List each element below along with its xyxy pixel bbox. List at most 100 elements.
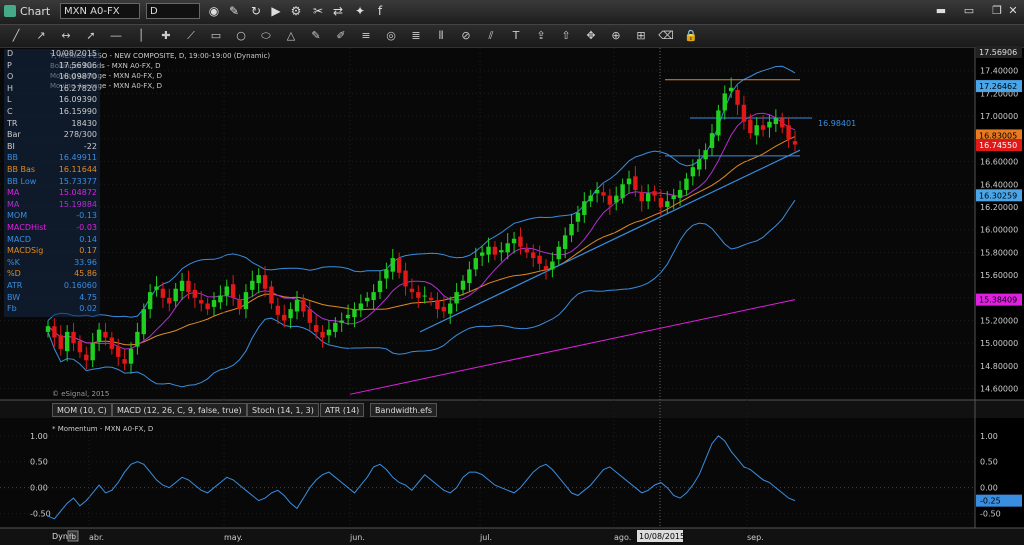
data-window-value: -22 [83, 141, 97, 151]
data-window-key: P [7, 60, 12, 70]
candle-body [403, 270, 408, 287]
candle-body [275, 305, 281, 315]
level-annotation: 16.98401 [818, 119, 856, 128]
y-tick-label: 16.40000 [980, 180, 1018, 189]
candle-body [109, 337, 115, 349]
esignal-watermark: © eSignal, 2015 [52, 390, 109, 398]
candle-body [422, 295, 427, 297]
data-window-value: 16.49911 [58, 153, 97, 163]
candle-body [96, 329, 102, 341]
candle-body [626, 178, 632, 185]
momentum-panel[interactable] [0, 418, 975, 528]
data-window-value: 16.27820 [58, 83, 97, 93]
y-tick-label: 15.00000 [980, 339, 1018, 348]
candle-body [409, 288, 415, 293]
data-window-value: 16.09390 [58, 95, 97, 105]
data-window-key: BW [7, 292, 21, 302]
candle-body [377, 280, 383, 293]
candle-body [792, 141, 798, 145]
data-window-key: O [7, 72, 14, 82]
data-window-value: -0.03 [76, 223, 97, 232]
candle-body [262, 275, 268, 289]
x-tick-label: jun. [349, 533, 365, 542]
data-window-row: BB Low 15.73377 [4, 177, 100, 188]
candle-body [282, 314, 287, 321]
candle-body [154, 286, 159, 290]
fb-label: fb [69, 533, 76, 541]
candle-body [84, 354, 89, 361]
candle-body [224, 286, 229, 296]
candle-body [128, 348, 134, 364]
candle-body [709, 133, 715, 148]
candle-body [77, 340, 83, 353]
price-panel[interactable] [0, 48, 975, 400]
y-tick-label: 16.20000 [980, 203, 1018, 212]
candle-body [697, 159, 702, 170]
candle-body [741, 104, 747, 122]
x-tick-label: abr. [89, 533, 104, 542]
tab-stoch[interactable]: Stoch (14, 1, 3) [247, 403, 319, 417]
candle-body [90, 343, 95, 361]
data-window-row: MA 15.19884 [4, 200, 100, 211]
candle-body [633, 176, 638, 190]
candle-body [116, 346, 121, 357]
x-tick-label: ago. [614, 533, 631, 542]
data-window-value: 15.73377 [58, 176, 97, 186]
candle-body [301, 300, 306, 312]
candle-body [192, 289, 198, 298]
y-tick-label: 17.40000 [980, 67, 1018, 76]
tab-atr[interactable]: ATR (14) [320, 403, 365, 417]
candle-body [582, 201, 587, 215]
candle-body [754, 125, 759, 136]
data-window-key: BB Bas [7, 165, 36, 174]
data-window-key: MACD [7, 234, 31, 244]
time-axis [0, 528, 1024, 545]
data-window-key: %K [7, 257, 20, 267]
momentum-tick-left: 0.00 [30, 484, 48, 493]
data-window-value: 0.17 [79, 246, 97, 256]
candle-body [147, 292, 153, 310]
momentum-tick-right: 0.50 [980, 458, 998, 467]
data-window-row: Bar 278/300 [4, 130, 100, 141]
candle-body [518, 236, 523, 247]
data-window-row: MA 15.04872 [4, 188, 100, 199]
chart-area[interactable]: 17.4000017.2000017.0000016.8000016.60000… [0, 0, 1024, 545]
candle-body [594, 189, 600, 194]
candle-body [358, 303, 364, 310]
data-window-row: BI -22 [4, 142, 100, 153]
candle-body [333, 322, 338, 332]
data-window-row: P 17.56906 [4, 61, 100, 72]
data-window-key: TR [7, 118, 18, 128]
data-window-key: MA [7, 199, 20, 209]
data-window-value: 15.19884 [58, 199, 97, 209]
dyn-label[interactable]: Dyn [52, 532, 68, 541]
candle-body [269, 286, 274, 304]
candle-body [205, 303, 210, 310]
candle-body [288, 309, 293, 319]
data-window-key: Bar [7, 130, 21, 140]
candle-body [211, 300, 217, 307]
data-window-value: 17.56906 [58, 60, 97, 70]
candle-body [645, 193, 651, 202]
candle-body [199, 300, 204, 304]
candle-body [620, 184, 625, 198]
data-window-value: 16.09870 [58, 72, 97, 82]
data-window-row: TR 18430 [4, 119, 100, 130]
tab-bandwidth[interactable]: Bandwidth.efs [370, 403, 438, 417]
candle-body [677, 189, 683, 198]
candle-body [773, 118, 779, 125]
momentum-tick-right: 1.00 [980, 432, 998, 441]
y-tick-label: 17.00000 [980, 112, 1018, 121]
candle-body [384, 269, 389, 279]
tab-macd[interactable]: MACD (12, 26, C, 9, false, true) [112, 403, 247, 417]
candle-body [390, 258, 395, 272]
data-window-key: MACDSig [7, 246, 44, 256]
candle-body [556, 246, 561, 260]
price-label: 17.26462 [979, 82, 1017, 91]
data-window-key: ATR [7, 281, 23, 290]
price-label: 16.74550 [979, 141, 1017, 150]
candle-body [614, 195, 619, 203]
tab-mom[interactable]: MOM (10, C) [52, 403, 112, 417]
candle-body [486, 246, 491, 255]
candle-body [665, 201, 670, 207]
